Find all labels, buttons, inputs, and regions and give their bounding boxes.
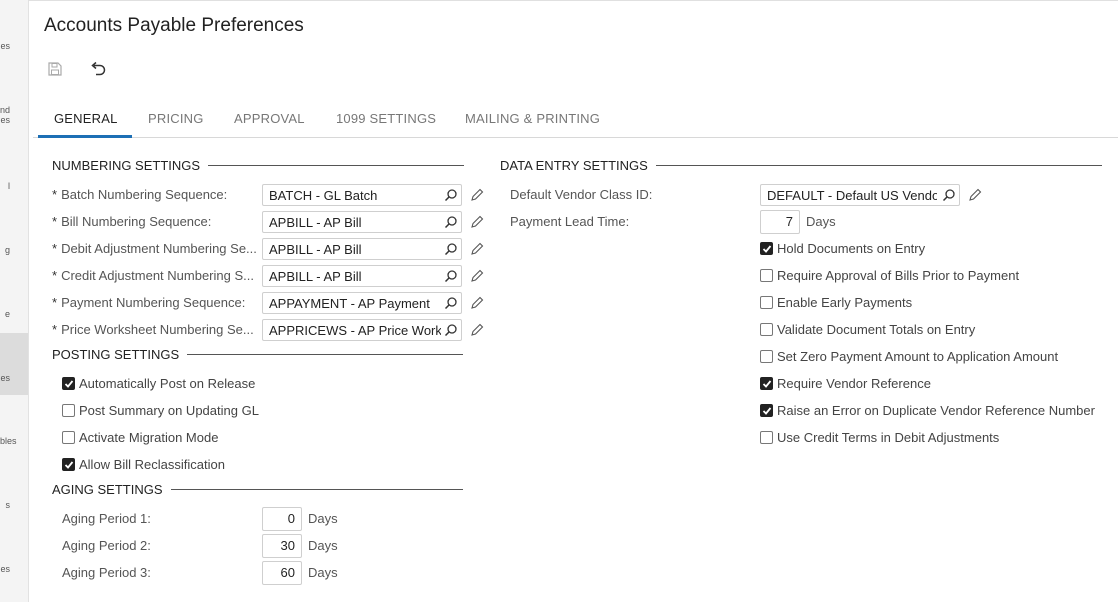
batch-numbering-label: * Batch Numbering Sequence: <box>52 187 228 202</box>
post-summary-checkbox[interactable]: Post Summary on Updating GL <box>62 403 259 418</box>
activate-migration-mode-checkbox[interactable]: Activate Migration Mode <box>62 430 218 445</box>
aging-settings-header: AGING SETTINGS <box>52 482 463 497</box>
main-panel: Accounts Payable Preferences GENERAL PRI… <box>33 0 1118 602</box>
undo-button[interactable] <box>87 58 109 80</box>
aging-period-1-input[interactable]: 0 <box>262 507 302 531</box>
data-entry-settings-header: DATA ENTRY SETTINGS <box>500 158 1102 173</box>
edit-pencil-icon[interactable] <box>470 188 484 202</box>
checkbox-checked-icon <box>760 377 773 390</box>
nav-item[interactable]: s <box>0 500 28 510</box>
days-unit: Days <box>308 538 338 553</box>
checkbox-checked-icon <box>62 377 75 390</box>
active-tab-indicator <box>38 135 132 138</box>
search-icon[interactable] <box>942 188 956 202</box>
undo-icon <box>91 61 106 76</box>
checkbox-checked-icon <box>62 458 75 471</box>
days-unit: Days <box>308 511 338 526</box>
payment-lead-time-label: Payment Lead Time: <box>510 214 630 229</box>
default-vendor-class-selector[interactable]: DEFAULT - Default US Vendor <box>760 184 960 206</box>
credit-adjustment-numbering-label: * Credit Adjustment Numbering S... <box>52 268 254 283</box>
payment-lead-time-input[interactable]: 7 <box>760 210 800 234</box>
bill-numbering-label: * Bill Numbering Sequence: <box>52 214 212 229</box>
nav-item[interactable]: nd es <box>0 105 28 125</box>
posting-settings-header: POSTING SETTINGS <box>52 347 464 362</box>
left-nav: es nd es l g e es bles s es <box>0 0 29 602</box>
aging-period-2-input[interactable]: 30 <box>262 534 302 558</box>
set-zero-payment-checkbox[interactable]: Set Zero Payment Amount to Application A… <box>760 349 1058 364</box>
nav-item[interactable]: l <box>0 181 28 191</box>
raise-error-duplicate-vendor-ref-checkbox[interactable]: Raise an Error on Duplicate Vendor Refer… <box>760 403 1095 418</box>
tab-bar: GENERAL PRICING APPROVAL 1099 SETTINGS M… <box>33 100 1118 138</box>
checkbox-unchecked-icon <box>62 431 75 444</box>
validate-document-totals-checkbox[interactable]: Validate Document Totals on Entry <box>760 322 975 337</box>
hold-documents-checkbox[interactable]: Hold Documents on Entry <box>760 241 925 256</box>
aging-period-2-label: Aging Period 2: <box>62 538 151 553</box>
edit-pencil-icon[interactable] <box>470 296 484 310</box>
checkbox-unchecked-icon <box>62 404 75 417</box>
allow-bill-reclassification-checkbox[interactable]: Allow Bill Reclassification <box>62 457 225 472</box>
aging-period-1-label: Aging Period 1: <box>62 511 151 526</box>
checkbox-unchecked-icon <box>760 431 773 444</box>
debit-adjustment-numbering-label: * Debit Adjustment Numbering Se... <box>52 241 257 256</box>
price-worksheet-numbering-selector[interactable]: APPRICEWS - AP Price Work <box>262 319 462 341</box>
checkbox-unchecked-icon <box>760 350 773 363</box>
edit-pencil-icon[interactable] <box>470 242 484 256</box>
payment-numbering-label: * Payment Numbering Sequence: <box>52 295 246 310</box>
search-icon[interactable] <box>444 188 458 202</box>
tab-pricing[interactable]: PRICING <box>148 111 204 126</box>
page-title: Accounts Payable Preferences <box>44 15 304 36</box>
search-icon[interactable] <box>444 242 458 256</box>
tab-1099-settings[interactable]: 1099 SETTINGS <box>336 111 436 126</box>
nav-item[interactable]: g <box>0 245 28 255</box>
nav-item-active[interactable]: es <box>0 333 28 395</box>
enable-early-payments-checkbox[interactable]: Enable Early Payments <box>760 295 912 310</box>
aging-period-3-label: Aging Period 3: <box>62 565 151 580</box>
edit-pencil-icon[interactable] <box>968 188 982 202</box>
checkbox-checked-icon <box>760 404 773 417</box>
save-icon <box>48 62 62 76</box>
require-vendor-reference-checkbox[interactable]: Require Vendor Reference <box>760 376 931 391</box>
nav-item[interactable]: es <box>0 564 28 574</box>
days-unit: Days <box>806 214 836 229</box>
default-vendor-class-label: Default Vendor Class ID: <box>510 187 653 202</box>
checkbox-unchecked-icon <box>760 269 773 282</box>
use-credit-terms-checkbox[interactable]: Use Credit Terms in Debit Adjustments <box>760 430 999 445</box>
require-approval-checkbox[interactable]: Require Approval of Bills Prior to Payme… <box>760 268 1019 283</box>
auto-post-on-release-checkbox[interactable]: Automatically Post on Release <box>62 376 255 391</box>
batch-numbering-selector[interactable]: BATCH - GL Batch <box>262 184 462 206</box>
price-worksheet-numbering-label: * Price Worksheet Numbering Se... <box>52 322 254 337</box>
tab-general[interactable]: GENERAL <box>54 111 118 126</box>
days-unit: Days <box>308 565 338 580</box>
debit-adjustment-numbering-selector[interactable]: APBILL - AP Bill <box>262 238 462 260</box>
nav-item[interactable]: es <box>0 41 28 51</box>
nav-item[interactable]: e <box>0 309 28 319</box>
credit-adjustment-numbering-selector[interactable]: APBILL - AP Bill <box>262 265 462 287</box>
edit-pencil-icon[interactable] <box>470 323 484 337</box>
checkbox-unchecked-icon <box>760 323 773 336</box>
edit-pencil-icon[interactable] <box>470 269 484 283</box>
tab-mailing-printing[interactable]: MAILING & PRINTING <box>465 111 600 126</box>
search-icon[interactable] <box>444 323 458 337</box>
checkbox-checked-icon <box>760 242 773 255</box>
aging-period-3-input[interactable]: 60 <box>262 561 302 585</box>
bill-numbering-selector[interactable]: APBILL - AP Bill <box>262 211 462 233</box>
save-button[interactable] <box>44 58 66 80</box>
tab-approval[interactable]: APPROVAL <box>234 111 305 126</box>
nav-item[interactable]: bles <box>0 436 28 446</box>
edit-pencil-icon[interactable] <box>470 215 484 229</box>
search-icon[interactable] <box>444 215 458 229</box>
checkbox-unchecked-icon <box>760 296 773 309</box>
numbering-settings-header: NUMBERING SETTINGS <box>52 158 465 173</box>
search-icon[interactable] <box>444 269 458 283</box>
search-icon[interactable] <box>444 296 458 310</box>
payment-numbering-selector[interactable]: APPAYMENT - AP Payment <box>262 292 462 314</box>
